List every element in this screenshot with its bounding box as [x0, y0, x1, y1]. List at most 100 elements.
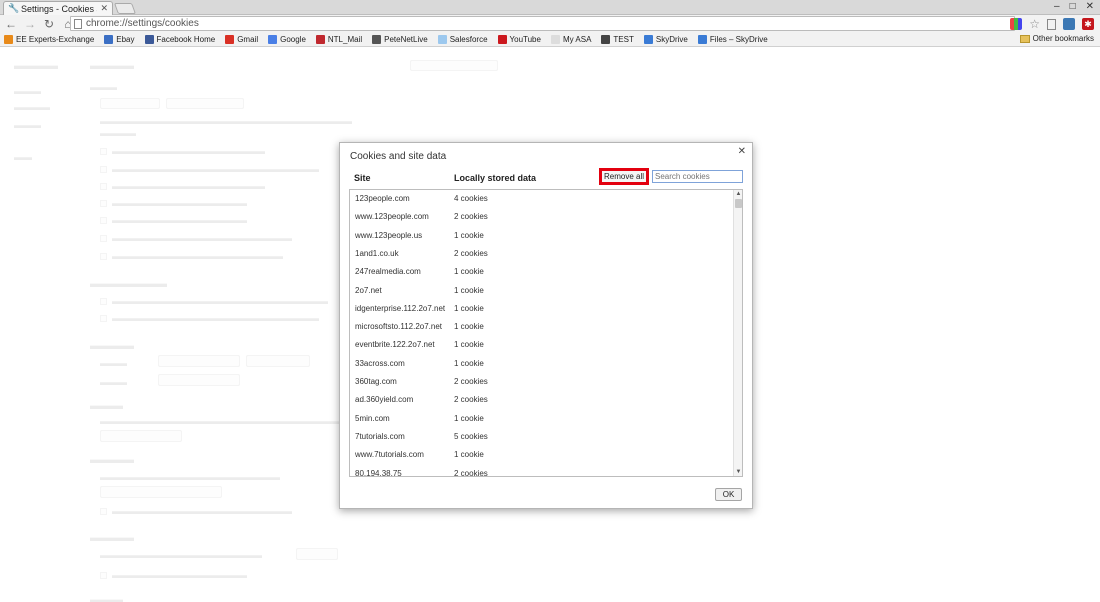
column-header-site: Site	[354, 173, 371, 183]
cookie-row[interactable]: 7tutorials.com 5 cookies	[350, 428, 735, 446]
cookie-site: 80.194.38.75	[355, 468, 402, 477]
page-icon	[74, 18, 82, 29]
cookie-list[interactable]: 123people.com 4 cookies www.123people.com 2…	[349, 189, 743, 477]
other-bookmarks-label: Other bookmarks	[1032, 34, 1094, 43]
bookmark-item[interactable]: Salesforce	[437, 35, 488, 44]
cookie-row[interactable]: 1and1.co.uk 2 cookies	[350, 245, 735, 263]
cookie-row[interactable]: idgenterprise.112.2o7.net 1 cookie	[350, 300, 735, 318]
colorful-extension-icon[interactable]	[1010, 18, 1023, 30]
ntl-mail-icon	[315, 35, 325, 44]
cookie-row[interactable]: 80.194.38.75 2 cookies	[350, 465, 735, 477]
remove-all-button[interactable]: Remove all	[599, 168, 649, 185]
cookie-site: 5min.com	[355, 413, 390, 423]
cookie-site: microsoftsto.112.2o7.net	[355, 322, 443, 332]
gmail-icon	[225, 35, 235, 44]
maximize-icon[interactable]: □	[1070, 1, 1076, 12]
test-icon	[601, 35, 611, 44]
bookmark-item[interactable]: NTL_Mail	[315, 35, 363, 44]
scrollbar[interactable]: ▲ ▼	[733, 190, 742, 476]
bookmark-label: Google	[280, 35, 306, 44]
forward-icon[interactable]: →	[22, 16, 38, 32]
bookmark-star-icon[interactable]: ☆	[1029, 17, 1040, 31]
cookies-dialog: Cookies and site data ✕ Site Locally sto…	[339, 142, 753, 509]
cookie-count: 1 cookie	[454, 322, 484, 332]
bookmark-item[interactable]: Files – SkyDrive	[697, 35, 768, 44]
bookmark-item[interactable]: My ASA	[550, 35, 591, 44]
cookie-count: 5 cookies	[454, 431, 488, 441]
cookie-count: 1 cookie	[454, 450, 484, 460]
cookie-row[interactable]: 5min.com 1 cookie	[350, 410, 735, 428]
bookmark-label: TEST	[613, 35, 634, 44]
bookmark-item[interactable]: Facebook Home	[144, 35, 216, 44]
tab-settings[interactable]: 🔧 Settings - Cookies and site ✕	[3, 1, 113, 15]
cookie-count: 1 cookie	[454, 413, 484, 423]
reload-icon[interactable]: ↻	[41, 16, 57, 32]
folder-icon	[1019, 34, 1030, 43]
bookmark-label: Ebay	[116, 35, 135, 44]
scroll-thumb[interactable]	[735, 199, 742, 208]
search-cookies-input[interactable]	[652, 170, 743, 183]
scroll-down-icon[interactable]: ▼	[734, 468, 742, 476]
bookmark-label: PeteNetLive	[384, 35, 428, 44]
cookie-count: 2 cookies	[454, 395, 488, 405]
bookmark-label: EE Experts-Exchange	[16, 35, 95, 44]
cookie-site: www.123people.com	[355, 212, 429, 222]
lastpass-icon[interactable]: ✱	[1082, 18, 1094, 30]
close-window-icon[interactable]: ✕	[1086, 1, 1094, 12]
cookie-site: eventbrite.122.2o7.net	[355, 340, 435, 350]
browser-toolbar: ← → ↻ ⌂ chrome://settings/cookies ☆ ✱	[0, 15, 1100, 33]
minimize-icon[interactable]: –	[1054, 1, 1060, 12]
screen-extension-icon[interactable]	[1063, 18, 1075, 30]
skydrive-icon	[697, 35, 707, 44]
bookmark-item[interactable]: Google	[268, 35, 306, 44]
close-icon[interactable]: ✕	[738, 146, 746, 157]
wrench-icon: 🔧	[8, 3, 20, 13]
scroll-up-icon[interactable]: ▲	[734, 190, 742, 198]
bookmark-label: Facebook Home	[156, 35, 216, 44]
address-bar[interactable]: chrome://settings/cookies	[70, 16, 1015, 31]
bookmark-item[interactable]: Ebay	[104, 35, 135, 44]
bookmark-label: YouTube	[509, 35, 541, 44]
bookmark-item[interactable]: Gmail	[225, 35, 258, 44]
cookie-row[interactable]: www.123people.com 2 cookies	[350, 208, 735, 226]
petenetlive-icon	[372, 35, 382, 44]
cookie-row[interactable]: www.123people.us 1 cookie	[350, 227, 735, 245]
bookmark-item[interactable]: PeteNetLive	[372, 35, 428, 44]
cookie-row[interactable]: 123people.com 4 cookies	[350, 190, 735, 208]
bookmarks-bar: EE Experts-Exchange Ebay Facebook Home Gmai…	[0, 33, 1100, 47]
cookie-count: 2 cookies	[454, 468, 488, 477]
cookie-count: 1 cookie	[454, 267, 484, 277]
bookmark-item[interactable]: TEST	[601, 35, 634, 44]
ok-button[interactable]: OK	[715, 488, 742, 501]
close-tab-icon[interactable]: ✕	[100, 3, 108, 14]
page-icon[interactable]	[1047, 18, 1056, 30]
cookie-row[interactable]: ad.360yield.com 2 cookies	[350, 391, 735, 409]
cookie-row[interactable]: microsoftsto.112.2o7.net 1 cookie	[350, 318, 735, 336]
cookie-count: 1 cookie	[454, 340, 484, 350]
cookie-row[interactable]: eventbrite.122.2o7.net 1 cookie	[350, 336, 735, 354]
back-icon[interactable]: ←	[3, 16, 19, 32]
cookie-site: www.7tutorials.com	[355, 450, 424, 460]
tab-title: Settings - Cookies and site	[21, 3, 97, 14]
url-text: chrome://settings/cookies	[86, 18, 199, 29]
bookmark-label: SkyDrive	[655, 35, 688, 44]
cookie-count: 1 cookie	[454, 358, 484, 368]
column-header-stored-data: Locally stored data	[454, 173, 537, 183]
cookie-row[interactable]: www.7tutorials.com 1 cookie	[350, 446, 735, 464]
cookie-site: idgenterprise.112.2o7.net	[355, 303, 446, 313]
bookmark-label: Salesforce	[449, 35, 488, 44]
cookie-row[interactable]: 33across.com 1 cookie	[350, 355, 735, 373]
cookie-site: 2o7.net	[355, 285, 382, 295]
bookmark-label: NTL_Mail	[327, 35, 363, 44]
facebook-icon	[144, 35, 154, 44]
bookmark-item[interactable]: YouTube	[497, 35, 541, 44]
cookie-row[interactable]: 2o7.net 1 cookie	[350, 282, 735, 300]
cookie-row[interactable]: 247realmedia.com 1 cookie	[350, 263, 735, 281]
cookie-row[interactable]: 360tag.com 2 cookies	[350, 373, 735, 391]
other-bookmarks[interactable]: Other bookmarks	[1019, 34, 1094, 43]
bookmark-item[interactable]: EE Experts-Exchange	[4, 35, 94, 44]
bookmark-item[interactable]: SkyDrive	[643, 35, 688, 44]
new-tab-button[interactable]	[113, 3, 137, 14]
cookie-site: 123people.com	[355, 194, 410, 203]
cookie-site: www.123people.us	[355, 230, 423, 240]
